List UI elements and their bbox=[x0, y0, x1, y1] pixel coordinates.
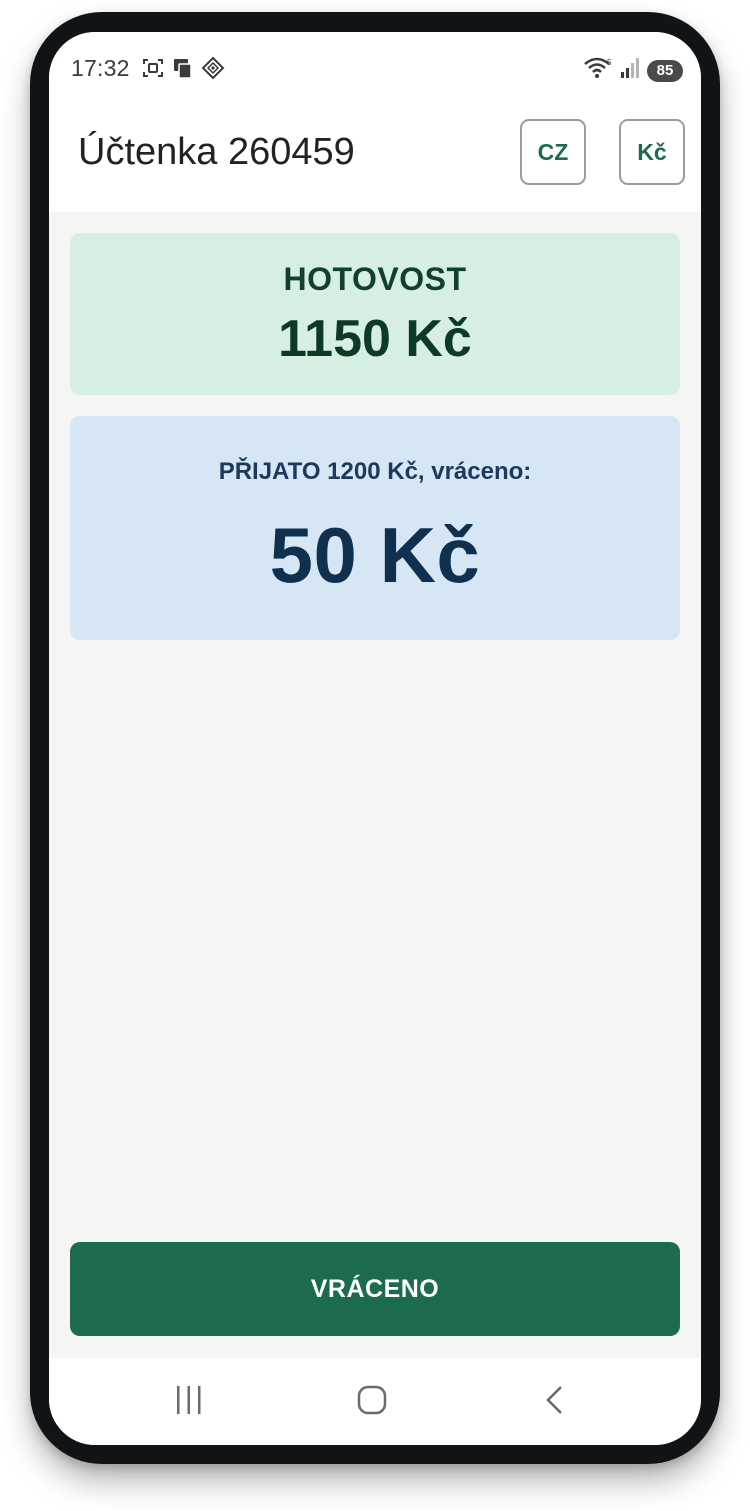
wifi-icon: 5 bbox=[583, 56, 613, 85]
status-bar: 17:32 5 85 bbox=[49, 32, 701, 112]
system-nav-bar bbox=[49, 1358, 701, 1445]
status-time: 17:32 bbox=[71, 55, 130, 81]
status-icons-right: 5 85 bbox=[583, 56, 683, 85]
returned-button[interactable]: VRÁCENO bbox=[70, 1242, 680, 1336]
payment-method-label: HOTOVOST bbox=[283, 261, 467, 297]
total-card: HOTOVOST 1150 Kč bbox=[70, 233, 680, 395]
home-icon[interactable] bbox=[352, 1380, 392, 1420]
sim-card-icon bbox=[171, 56, 195, 85]
status-icons-left bbox=[141, 56, 225, 85]
recent-apps-icon[interactable] bbox=[169, 1380, 209, 1420]
total-amount: 1150 Kč bbox=[278, 310, 472, 368]
screen: 17:32 5 85 Účtenka 260459 CZ Kč HOTOVOST… bbox=[49, 32, 701, 1445]
location-diamond-icon bbox=[201, 56, 225, 85]
currency-button[interactable]: Kč bbox=[619, 119, 685, 185]
change-card: PŘIJATO 1200 Kč, vráceno: 50 Kč bbox=[70, 416, 680, 640]
svg-text:5: 5 bbox=[607, 58, 612, 67]
language-button[interactable]: CZ bbox=[520, 119, 586, 185]
back-icon[interactable] bbox=[535, 1380, 575, 1420]
battery-icon: 85 bbox=[647, 59, 683, 82]
received-label: PŘIJATO 1200 Kč, vráceno: bbox=[218, 458, 532, 485]
cellular-signal-icon bbox=[619, 56, 641, 85]
app-bar: Účtenka 260459 CZ Kč bbox=[49, 112, 701, 212]
screenshot-icon bbox=[141, 56, 165, 85]
change-amount: 50 Kč bbox=[269, 511, 481, 599]
page-title: Účtenka 260459 bbox=[78, 131, 355, 173]
